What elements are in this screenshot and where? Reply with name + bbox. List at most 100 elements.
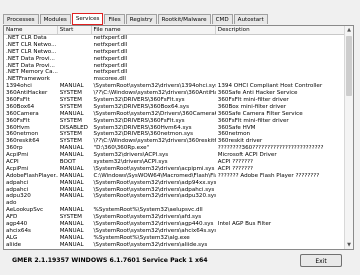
- cell-name: 360Box64: [6, 103, 35, 110]
- cell-file-name: System32\DRIVERS\360netmon.sys: [93, 131, 194, 138]
- cell-start: MANUAL: [59, 241, 84, 248]
- cell-name: amdide: [4, 249, 58, 250]
- table-row[interactable]: AdobeFlashPlayer... MANUAL C:\Windows\SysW…: [4, 173, 353, 180]
- scroll-thumb[interactable]: [346, 36, 352, 96]
- column-header-description[interactable]: Description: [216, 26, 353, 34]
- table-row[interactable]: ado: [4, 200, 353, 207]
- column-header-file-name[interactable]: File name: [92, 26, 216, 34]
- cell-start: SYSTEM: [59, 103, 82, 110]
- cell-start: [58, 69, 92, 76]
- table-row[interactable]: adpu320 MANUAL \SystemRoot\system32\driver…: [4, 193, 353, 200]
- cell-description: 360FsFlt mini-filter driver: [217, 97, 289, 104]
- table-row[interactable]: 360AntiHacker SYSTEM \??\C:\Windows\system…: [4, 90, 353, 97]
- cell-start: SYSTEM: [59, 97, 82, 104]
- exit-button[interactable]: Exit: [300, 254, 342, 267]
- table-row[interactable]: 1394ohci MANUAL \SystemRoot\system32\drive…: [4, 83, 353, 90]
- cell-description: 360netmon: [217, 131, 251, 138]
- vertical-scrollbar[interactable]: ▲ ▼: [344, 26, 353, 249]
- cell-name: 360netmon: [6, 131, 39, 138]
- cell-name: 360FsFlt: [6, 117, 30, 124]
- scroll-up-icon[interactable]: ▲: [345, 26, 353, 34]
- cell-file-name: C:\Windows\SysWOW64\Macromed\Flash\Flash…: [93, 172, 216, 179]
- cell-file-name: mscoree.dll: [93, 76, 126, 83]
- cell-name: .NET Data Provi...: [6, 62, 55, 69]
- table-row[interactable]: .NET Memory Ca... netfxperf.dll: [4, 69, 353, 76]
- scroll-down-icon[interactable]: ▼: [345, 241, 353, 249]
- table-row[interactable]: AeLookupSvc MANUAL %SystemRoot%\System32\a…: [4, 207, 353, 214]
- column-header-start[interactable]: Start: [58, 26, 92, 34]
- cell-description: [216, 228, 353, 235]
- tab-registry[interactable]: Registry: [125, 14, 157, 24]
- cell-description: 360Safe Camera Filter Service: [217, 110, 303, 117]
- cell-start: [58, 49, 92, 56]
- table-row[interactable]: .NET Data Provi... netfxperf.dll: [4, 63, 353, 70]
- cell-name: ACPI: [6, 159, 19, 166]
- tab-files[interactable]: Files: [104, 14, 125, 24]
- cell-file-name: netfxperf.dll: [93, 69, 128, 76]
- table-row[interactable]: 360FsFlt SYSTEM System32\DRIVERS\360FsFlt.…: [4, 118, 353, 125]
- cell-name: agp440: [6, 221, 28, 228]
- table-row[interactable]: adpahci MANUAL \SystemRoot\system32\driver…: [4, 180, 353, 187]
- tab-services[interactable]: Services: [71, 13, 104, 25]
- cell-file-name: System32\DRIVERS\360FsFlt.sys: [93, 117, 185, 124]
- cell-file-name: %SystemRoot%\System32\alg.exe: [93, 234, 190, 241]
- cell-description: [216, 235, 353, 242]
- table-row[interactable]: .NET CLR Data netfxperf.dll: [4, 35, 353, 42]
- table-row[interactable]: aliide MANUAL \SystemRoot\system32\drivers…: [4, 242, 353, 249]
- cell-name: .NET Data Provi...: [6, 55, 55, 62]
- table-row[interactable]: 360rp MANUAL "D:\360\360Rp.exe" ????????360…: [4, 145, 353, 152]
- cell-description: [216, 63, 353, 70]
- cell-start: [58, 63, 92, 70]
- table-row[interactable]: AcpiPmi MANUAL \SystemRoot\system32\driver…: [4, 166, 353, 173]
- table-row[interactable]: 360Camera MANUAL \SystemRoot\system32\Driv…: [4, 111, 353, 118]
- table-row[interactable]: adpahci MANUAL \SystemRoot\system32\driver…: [4, 187, 353, 194]
- table-row[interactable]: agp440 MANUAL \SystemRoot\system32\drivers…: [4, 221, 353, 228]
- tab-modules[interactable]: Modules: [39, 14, 71, 24]
- table-row[interactable]: 360Box64 SYSTEM System32\DRIVERS\360Box64.…: [4, 104, 353, 111]
- table-row[interactable]: AcpiPmi MANUAL System32\drivers\ACPI.sys Mi…: [4, 152, 353, 159]
- cell-start: MANUAL: [59, 152, 84, 159]
- cell-file-name: \SystemRoot\system32\drivers\agp440.sys: [93, 221, 214, 228]
- cell-description: 360reskit driver: [217, 138, 263, 145]
- cell-description: [216, 200, 353, 207]
- cell-name: 360AntiHacker: [6, 90, 48, 97]
- table-row[interactable]: ahcix64s MANUAL \SystemRoot\system32\drive…: [4, 228, 353, 235]
- table-row[interactable]: .NET Data Provi... netfxperf.dll: [4, 56, 353, 63]
- cell-description: [216, 49, 353, 56]
- list-header: Name Start File name Description: [4, 26, 353, 35]
- table-row[interactable]: AFD SYSTEM \SystemRoot\system32\drivers\af…: [4, 214, 353, 221]
- table-row[interactable]: .NETFramework mscoree.dll: [4, 76, 353, 83]
- cell-name: .NET CLR Netwo...: [6, 48, 57, 55]
- tab-processes[interactable]: Processes: [3, 14, 39, 24]
- table-row[interactable]: 360netmon SYSTEM System32\DRIVERS\360netmo…: [4, 131, 353, 138]
- cell-file-name: \SystemRoot\system32\drivers\aliide.sys: [93, 241, 208, 248]
- table-row[interactable]: .NET CLR Netwo... netfxperf.dll: [4, 49, 353, 56]
- cell-name: 360reskit64: [6, 138, 40, 145]
- table-row[interactable]: ALG MANUAL %SystemRoot%\System32\alg.exe: [4, 235, 353, 242]
- cell-name: AcpiPmi: [6, 165, 29, 172]
- cell-file-name: [92, 200, 216, 207]
- cell-start: MANUAL: [59, 83, 84, 90]
- cell-file-name: \SystemRoot\system32\drivers\afd.sys: [93, 214, 202, 221]
- cell-file-name: System32\DRIVERS\360Box64.sys: [93, 103, 190, 110]
- cell-file-name: \SystemRoot\system32\drivers\adpu320.sys: [93, 193, 216, 200]
- cell-name: ado: [6, 200, 17, 207]
- tab-autostart[interactable]: Autostart: [233, 14, 268, 24]
- table-row[interactable]: amdideMANUAL\SystemRoot\system32\drivers…: [4, 249, 353, 250]
- table-row[interactable]: ACPI BOOT system32\drivers\ACPI.sys ACPI ??…: [4, 159, 353, 166]
- tab-rootkit-malware[interactable]: Rootkit/Malware: [157, 14, 211, 24]
- table-row[interactable]: 360reskit64 SYSTEM \??\C:\Windows\system32…: [4, 138, 353, 145]
- cell-start: MANUAL: [59, 234, 84, 241]
- cell-name: 360FsFlt: [6, 97, 30, 104]
- cell-name: aliide: [6, 241, 22, 248]
- table-row[interactable]: 360Hvm DISABLED System32\DRIVERS\360Hvm64.…: [4, 125, 353, 132]
- cell-file-name: netfxperf.dll: [93, 48, 128, 55]
- table-row[interactable]: 360FsFlt SYSTEM System32\DRIVERS\360FsFlt.…: [4, 97, 353, 104]
- cell-description: [216, 69, 353, 76]
- column-header-name[interactable]: Name: [4, 26, 58, 34]
- cell-description: [216, 76, 353, 83]
- cell-description: [216, 187, 353, 194]
- tab-cmd[interactable]: CMD: [211, 14, 233, 24]
- table-row[interactable]: .NET CLR Netwo... netfxperf.dll: [4, 42, 353, 49]
- services-list[interactable]: Name Start File name Description .NET CL…: [3, 25, 354, 250]
